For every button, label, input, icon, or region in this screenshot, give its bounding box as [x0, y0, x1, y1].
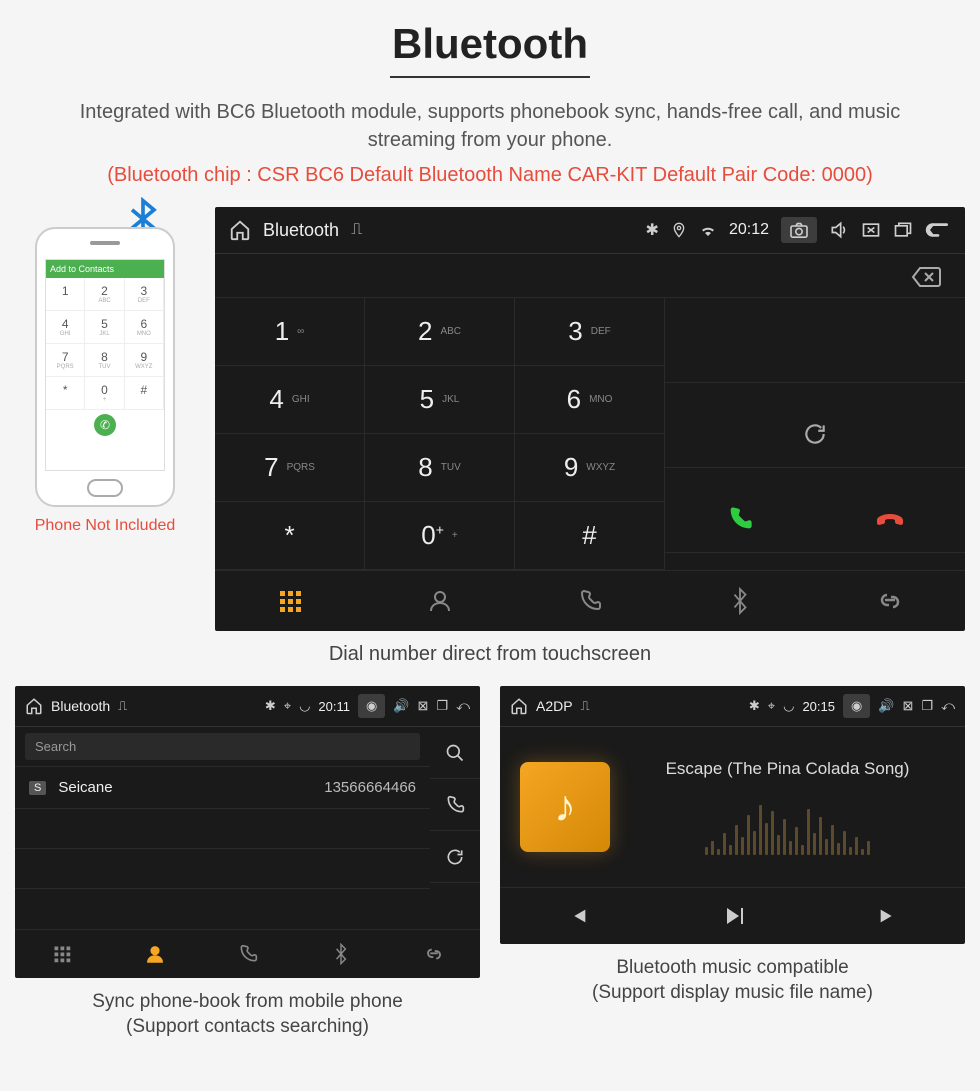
back-icon[interactable]: ⤺	[456, 698, 470, 714]
dial-key-2[interactable]: 2ABC	[365, 298, 515, 366]
usb-icon: ⎍	[118, 698, 127, 714]
dial-key-8[interactable]: 8TUV	[365, 434, 515, 502]
nav-keypad[interactable]	[15, 930, 108, 978]
play-pause-button[interactable]	[655, 888, 810, 944]
bluetooth-icon: ✱	[749, 698, 760, 714]
usb-icon: ⎍	[581, 698, 590, 714]
close-icon[interactable]: ⊠	[903, 698, 914, 714]
phone-key: 7PQRS	[46, 344, 85, 377]
windows-icon[interactable]: ❐	[436, 698, 448, 714]
phone-header: Add to Contacts	[46, 260, 164, 278]
intro-text: Integrated with BC6 Bluetooth module, su…	[55, 98, 925, 154]
phone-key: 5JKL	[85, 311, 124, 344]
wifi-icon: ◡	[783, 698, 794, 714]
windows-icon[interactable]: ❐	[921, 698, 933, 714]
next-track-button[interactable]	[810, 888, 965, 944]
phone-key: 3DEF	[125, 278, 164, 311]
head-unit-dialer: Bluetooth ⎍ ✱ 20:12 1∞2ABC3DEF 4GHI5JKL6M…	[215, 207, 965, 631]
dial-key-3[interactable]: 3DEF	[515, 298, 665, 366]
status-title: Bluetooth	[51, 698, 110, 714]
dial-key-*[interactable]: *	[215, 502, 365, 570]
camera-icon[interactable]: ◉	[358, 694, 385, 718]
nav-pair[interactable]	[387, 930, 480, 978]
phone-mockup: Add to Contacts 12ABC3DEF 4GHI5JKL6MNO 7PQ…	[35, 227, 175, 507]
nav-keypad[interactable]	[215, 571, 365, 631]
volume-icon[interactable]: 🔊	[393, 698, 409, 714]
status-time: 20:12	[729, 221, 769, 239]
phone-key: 0+	[85, 377, 124, 410]
dial-key-9[interactable]: 9WXYZ	[515, 434, 665, 502]
contact-row[interactable]: SSeicane13566664466	[15, 767, 430, 809]
nav-contacts[interactable]	[108, 930, 201, 978]
phone-key: 9WXYZ	[125, 344, 164, 377]
end-call-button[interactable]	[875, 505, 905, 533]
close-icon[interactable]: ⊠	[418, 698, 429, 714]
nav-bluetooth[interactable]	[294, 930, 387, 978]
head-unit-contacts: Bluetooth ⎍ ✱ ⌖ ◡ 20:11 ◉ 🔊 ⊠ ❐ ⤺	[15, 686, 480, 978]
dial-key-4[interactable]: 4GHI	[215, 366, 365, 434]
camera-icon[interactable]: ◉	[843, 694, 870, 718]
spec-line: (Bluetooth chip : CSR BC6 Default Blueto…	[15, 164, 965, 187]
nav-bluetooth[interactable]	[665, 571, 815, 631]
nav-recent[interactable]	[515, 571, 665, 631]
home-icon[interactable]	[229, 219, 251, 241]
call-contact-button[interactable]	[430, 779, 480, 831]
search-input[interactable]: Search	[25, 733, 420, 760]
usb-icon: ⎍	[351, 221, 362, 239]
music-caption: Bluetooth music compatible (Support disp…	[500, 956, 965, 1005]
volume-icon[interactable]: 🔊	[878, 698, 894, 714]
dial-key-#[interactable]: #	[515, 502, 665, 570]
bluetooth-icon: ✱	[646, 220, 659, 240]
search-button[interactable]	[430, 727, 480, 779]
status-time: 20:15	[802, 699, 835, 714]
title-underline	[390, 76, 590, 78]
home-icon[interactable]	[510, 697, 528, 715]
song-title: Escape (The Pina Colada Song)	[630, 759, 945, 779]
phone-caption: Phone Not Included	[35, 517, 176, 535]
dial-key-1[interactable]: 1∞	[215, 298, 365, 366]
dial-key-7[interactable]: 7PQRS	[215, 434, 365, 502]
phone-key: 1	[46, 278, 85, 311]
home-icon[interactable]	[25, 697, 43, 715]
status-title: A2DP	[536, 698, 573, 714]
call-button[interactable]	[726, 504, 754, 533]
dial-key-5[interactable]: 5JKL	[365, 366, 515, 434]
phone-key: 4GHI	[46, 311, 85, 344]
camera-icon[interactable]	[781, 217, 817, 243]
dial-key-6[interactable]: 6MNO	[515, 366, 665, 434]
refresh-contacts-button[interactable]	[430, 831, 480, 883]
phone-key: 6MNO	[125, 311, 164, 344]
nav-contacts[interactable]	[365, 571, 515, 631]
head-unit-music: A2DP ⎍ ✱ ⌖ ◡ 20:15 ◉ 🔊 ⊠ ❐ ⤺ ♪ Escape	[500, 686, 965, 944]
prev-track-button[interactable]	[500, 888, 655, 944]
refresh-button[interactable]	[802, 420, 828, 448]
status-title: Bluetooth	[263, 220, 339, 241]
windows-icon[interactable]	[893, 220, 913, 240]
location-icon: ⌖	[284, 698, 291, 714]
location-icon	[671, 221, 687, 239]
main-caption: Dial number direct from touchscreen	[15, 643, 965, 666]
phone-key: #	[125, 377, 164, 410]
nav-pair[interactable]	[815, 571, 965, 631]
back-icon[interactable]: ⤺	[941, 698, 955, 714]
backspace-button[interactable]	[911, 263, 941, 289]
phone-call-icon: ✆	[94, 414, 116, 436]
phone-key: 2ABC	[85, 278, 124, 311]
dial-key-0[interactable]: 0++	[365, 502, 515, 570]
back-icon[interactable]	[925, 220, 951, 240]
wifi-icon: ◡	[299, 698, 310, 714]
visualizer	[630, 795, 945, 855]
wifi-icon	[699, 221, 717, 239]
album-art-icon: ♪	[520, 762, 610, 852]
bluetooth-icon: ✱	[265, 698, 276, 714]
phone-key: 8TUV	[85, 344, 124, 377]
contacts-caption: Sync phone-book from mobile phone (Suppo…	[15, 990, 480, 1039]
page-title: Bluetooth	[15, 20, 965, 68]
nav-recent[interactable]	[201, 930, 294, 978]
phone-key: *	[46, 377, 85, 410]
volume-icon[interactable]	[829, 220, 849, 240]
location-icon: ⌖	[768, 698, 775, 714]
status-time: 20:11	[318, 699, 350, 714]
close-icon[interactable]	[861, 220, 881, 240]
